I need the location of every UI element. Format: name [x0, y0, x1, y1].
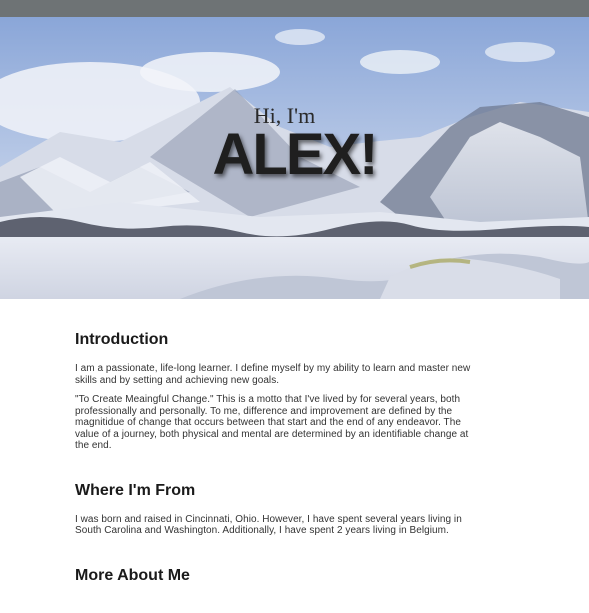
hero-name: ALEX!: [212, 122, 379, 187]
section-heading: More About Me: [75, 566, 190, 584]
section-introduction: Introduction I am a passionate, life-lon…: [75, 331, 480, 452]
top-bar: [0, 0, 589, 17]
main-content: Introduction I am a passionate, life-lon…: [75, 331, 480, 585]
section-more-about: More About Me: [75, 567, 480, 585]
section-heading: Where I'm From: [75, 481, 196, 499]
hero-banner: Hi, I'm ALEX!: [0, 17, 589, 299]
intro-paragraph: I am a passionate, life-long learner. I …: [75, 363, 471, 386]
origin-paragraph: I was born and raised in Cincinnati, Ohi…: [75, 513, 462, 537]
section-heading: Introduction: [75, 331, 169, 348]
motto-paragraph: "To Create Meaingful Change." This is a …: [75, 394, 469, 451]
section-where-from: Where I'm From I was born and raised in …: [75, 482, 480, 537]
